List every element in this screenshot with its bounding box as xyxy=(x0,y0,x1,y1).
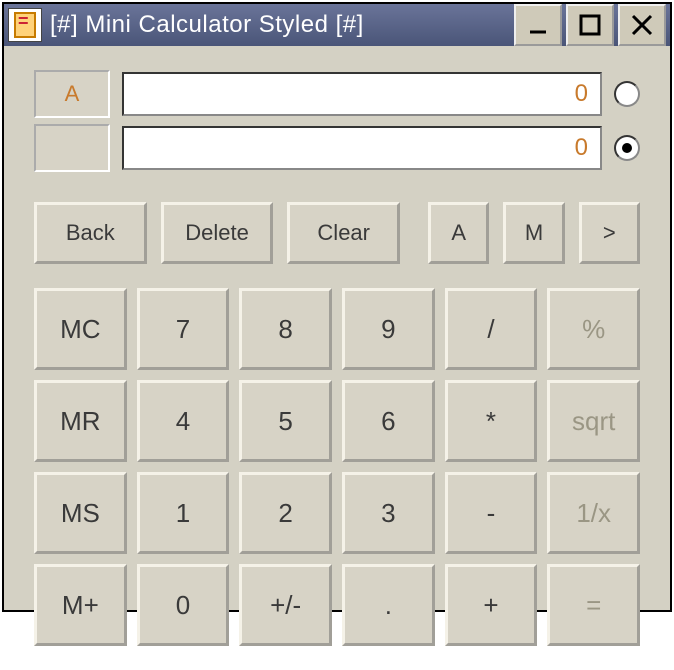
mode-m-button[interactable]: M xyxy=(503,202,564,264)
key-8[interactable]: 8 xyxy=(239,288,332,370)
display-a-label: A xyxy=(34,70,110,118)
display-row-b: 0 xyxy=(34,124,640,172)
app-window: [#] Mini Calculator Styled [#] A 0 0 xyxy=(2,2,672,612)
key-3[interactable]: 3 xyxy=(342,472,435,554)
key-mr[interactable]: MR xyxy=(34,380,127,462)
window-controls xyxy=(514,4,666,46)
key-mplus[interactable]: M+ xyxy=(34,564,127,646)
window-title: [#] Mini Calculator Styled [#] xyxy=(50,11,514,39)
app-icon xyxy=(8,8,42,42)
key-minus[interactable]: - xyxy=(445,472,538,554)
more-button[interactable]: > xyxy=(579,202,640,264)
display-b-radio[interactable] xyxy=(614,135,640,161)
key-1[interactable]: 1 xyxy=(137,472,230,554)
keypad: MC 7 8 9 / % MR 4 5 6 * sqrt MS 1 2 3 - … xyxy=(34,288,640,646)
key-multiply[interactable]: * xyxy=(445,380,538,462)
key-6[interactable]: 6 xyxy=(342,380,435,462)
key-sqrt[interactable]: sqrt xyxy=(547,380,640,462)
key-7[interactable]: 7 xyxy=(137,288,230,370)
mode-a-button[interactable]: A xyxy=(428,202,489,264)
close-icon xyxy=(629,12,655,38)
title-bar: [#] Mini Calculator Styled [#] xyxy=(4,4,670,46)
key-5[interactable]: 5 xyxy=(239,380,332,462)
minimize-button[interactable] xyxy=(514,4,562,46)
key-mc[interactable]: MC xyxy=(34,288,127,370)
maximize-button[interactable] xyxy=(566,4,614,46)
display-a-radio[interactable] xyxy=(614,81,640,107)
key-2[interactable]: 2 xyxy=(239,472,332,554)
client-area: A 0 0 Back Delete Clear A M > MC 7 8 xyxy=(4,46,670,670)
key-4[interactable]: 4 xyxy=(137,380,230,462)
maximize-icon xyxy=(577,12,603,38)
minimize-icon xyxy=(525,12,551,38)
edit-row: Back Delete Clear A M > xyxy=(34,202,640,264)
display-row-a: A 0 xyxy=(34,70,640,118)
clear-button[interactable]: Clear xyxy=(287,202,400,264)
key-divide[interactable]: / xyxy=(445,288,538,370)
key-9[interactable]: 9 xyxy=(342,288,435,370)
key-reciprocal[interactable]: 1/x xyxy=(547,472,640,554)
display-b: 0 xyxy=(122,126,602,170)
key-0[interactable]: 0 xyxy=(137,564,230,646)
key-percent[interactable]: % xyxy=(547,288,640,370)
display-a: 0 xyxy=(122,72,602,116)
key-ms[interactable]: MS xyxy=(34,472,127,554)
display-b-label xyxy=(34,124,110,172)
back-button[interactable]: Back xyxy=(34,202,147,264)
key-decimal[interactable]: . xyxy=(342,564,435,646)
key-plus[interactable]: + xyxy=(445,564,538,646)
close-button[interactable] xyxy=(618,4,666,46)
key-sign[interactable]: +/- xyxy=(239,564,332,646)
delete-button[interactable]: Delete xyxy=(161,202,274,264)
display-block: A 0 0 xyxy=(34,70,640,172)
key-equals[interactable]: = xyxy=(547,564,640,646)
